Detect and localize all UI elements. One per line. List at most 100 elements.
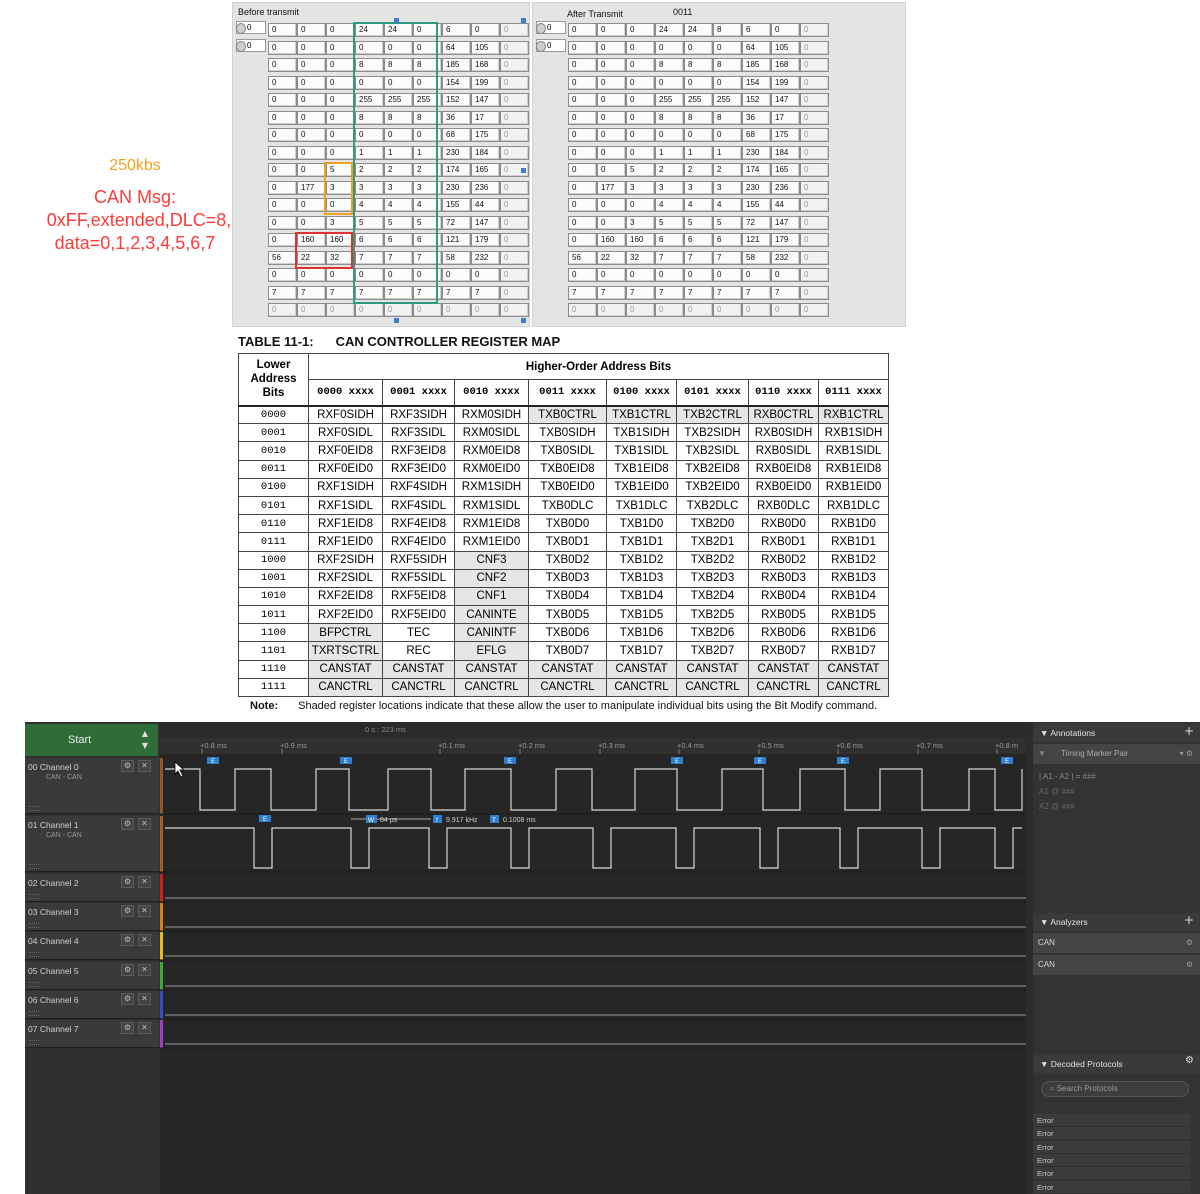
array-cell[interactable]: 179 — [471, 233, 500, 247]
array-cell[interactable]: 0 — [326, 40, 355, 55]
gear-icon[interactable]: ⚙ — [121, 1022, 134, 1034]
array-cell[interactable]: 0 — [297, 128, 326, 142]
array-cell[interactable]: 0 — [597, 75, 626, 90]
after-index-control-1[interactable]: 0 — [536, 21, 566, 34]
add-analyzer-icon[interactable]: + — [1184, 913, 1194, 927]
array-cell[interactable]: 8 — [713, 23, 742, 37]
array-cell[interactable]: 0 — [471, 268, 500, 282]
array-cell[interactable]: 147 — [771, 215, 800, 230]
array-cell[interactable]: 165 — [471, 163, 500, 177]
array-cell[interactable]: 17 — [771, 110, 800, 125]
array-cell[interactable]: 0 — [800, 75, 829, 90]
array-cell[interactable]: 7 — [771, 285, 800, 300]
array-cell[interactable]: 0 — [268, 128, 297, 142]
drag-handle-icon[interactable] — [29, 806, 39, 811]
array-cell[interactable]: 0 — [268, 268, 297, 282]
array-cell[interactable]: 0 — [626, 40, 655, 55]
array-cell[interactable]: 7 — [684, 250, 713, 265]
selection-handle[interactable] — [521, 168, 526, 173]
array-cell[interactable]: 105 — [471, 40, 500, 55]
array-cell[interactable]: 44 — [471, 198, 500, 212]
array-cell[interactable]: 6 — [742, 23, 771, 37]
decoded-protocol-row[interactable]: Error — [1033, 1153, 1191, 1167]
array-cell[interactable]: 0 — [297, 215, 326, 230]
array-cell[interactable]: 0 — [568, 75, 597, 90]
array-cell[interactable]: 154 — [442, 75, 471, 90]
array-cell[interactable]: 154 — [742, 75, 771, 90]
array-cell[interactable]: 0 — [355, 75, 384, 90]
array-cell[interactable]: 2 — [384, 163, 413, 177]
array-cell[interactable]: 0 — [413, 303, 442, 317]
array-cell[interactable]: 56 — [268, 250, 297, 265]
array-cell[interactable]: 64 — [742, 40, 771, 55]
array-cell[interactable]: 0 — [297, 163, 326, 177]
array-cell[interactable]: 0 — [655, 128, 684, 142]
array-cell[interactable]: 0 — [800, 268, 829, 282]
array-cell[interactable]: 3 — [413, 180, 442, 195]
array-cell[interactable]: 0 — [568, 303, 597, 317]
array-cell[interactable]: 0 — [500, 93, 529, 107]
array-cell[interactable]: 2 — [355, 163, 384, 177]
array-cell[interactable]: 0 — [297, 93, 326, 107]
array-cell[interactable]: 0 — [268, 198, 297, 212]
array-cell[interactable]: 0 — [268, 23, 297, 37]
drag-handle-icon[interactable] — [29, 952, 39, 957]
array-cell[interactable]: 6 — [713, 233, 742, 247]
array-cell[interactable]: 7 — [597, 285, 626, 300]
array-cell[interactable]: 0 — [384, 40, 413, 55]
array-cell[interactable]: 0 — [626, 23, 655, 37]
array-cell[interactable]: 4 — [655, 198, 684, 212]
array-cell[interactable]: 3 — [326, 180, 355, 195]
array-cell[interactable]: 0 — [297, 110, 326, 125]
array-cell[interactable]: 0 — [800, 180, 829, 195]
array-cell[interactable]: 0 — [500, 145, 529, 160]
selection-handle[interactable] — [521, 318, 526, 323]
array-cell[interactable]: 7 — [355, 250, 384, 265]
array-cell[interactable]: 199 — [771, 75, 800, 90]
array-cell[interactable]: 0 — [597, 268, 626, 282]
array-cell[interactable]: 0 — [355, 128, 384, 142]
gear-icon[interactable]: ⚙ — [121, 964, 134, 976]
array-cell[interactable]: 0 — [684, 303, 713, 317]
array-cell[interactable]: 0 — [471, 303, 500, 317]
search-protocols-input[interactable]: ⌕ Search Protocols — [1041, 1081, 1189, 1097]
array-cell[interactable]: 5 — [655, 215, 684, 230]
close-icon[interactable]: ✕ — [138, 905, 151, 917]
array-cell[interactable]: 0 — [800, 93, 829, 107]
array-cell[interactable]: 0 — [713, 303, 742, 317]
array-cell[interactable]: 0 — [626, 110, 655, 125]
array-cell[interactable]: 8 — [384, 58, 413, 72]
channel-row[interactable]: 04 Channel 4 ⚙ ✕ — [25, 932, 159, 960]
array-cell[interactable]: 0 — [268, 75, 297, 90]
channel-row[interactable]: 07 Channel 7 ⚙ ✕ — [25, 1020, 159, 1048]
array-cell[interactable]: 58 — [442, 250, 471, 265]
array-cell[interactable]: 0 — [297, 75, 326, 90]
array-cell[interactable]: 230 — [442, 180, 471, 195]
array-cell[interactable]: 7 — [626, 285, 655, 300]
array-cell[interactable]: 0 — [800, 163, 829, 177]
array-cell[interactable]: 7 — [384, 285, 413, 300]
channel-row[interactable]: 02 Channel 2 ⚙ ✕ — [25, 874, 159, 902]
array-cell[interactable]: 0 — [626, 198, 655, 212]
array-cell[interactable]: 0 — [297, 198, 326, 212]
array-cell[interactable]: 0 — [742, 303, 771, 317]
array-cell[interactable]: 105 — [771, 40, 800, 55]
array-cell[interactable]: 0 — [500, 285, 529, 300]
array-cell[interactable]: 174 — [442, 163, 471, 177]
array-cell[interactable]: 174 — [742, 163, 771, 177]
array-cell[interactable]: 199 — [471, 75, 500, 90]
array-cell[interactable]: 3 — [626, 215, 655, 230]
array-cell[interactable]: 0 — [500, 180, 529, 195]
array-cell[interactable]: 7 — [413, 250, 442, 265]
add-annotation-icon[interactable]: + — [1184, 724, 1194, 738]
array-cell[interactable]: 177 — [597, 180, 626, 195]
array-cell[interactable]: 0 — [655, 268, 684, 282]
decoded-protocol-row[interactable]: Error — [1033, 1180, 1191, 1194]
channel-row[interactable]: 00 Channel 0 CAN - CAN ⚙ ✕ — [25, 758, 159, 814]
array-cell[interactable]: 0 — [268, 303, 297, 317]
array-cell[interactable]: 0 — [500, 75, 529, 90]
array-cell[interactable]: 68 — [442, 128, 471, 142]
array-cell[interactable]: 0 — [413, 40, 442, 55]
array-cell[interactable]: 5 — [684, 215, 713, 230]
array-cell[interactable]: 7 — [442, 285, 471, 300]
